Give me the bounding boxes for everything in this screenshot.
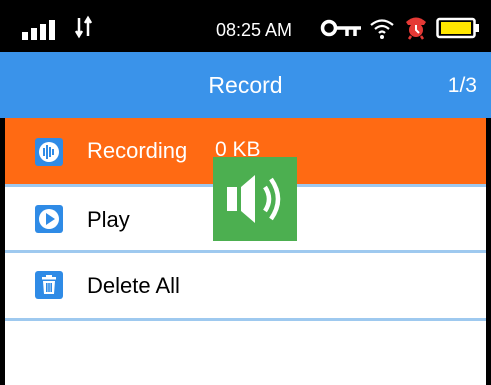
page-indicator: 1/3 (447, 74, 477, 97)
title-bar: Record 1/3 (0, 52, 491, 118)
speaker-icon (227, 175, 281, 223)
page-title: Record (208, 72, 283, 98)
battery-icon (436, 17, 479, 39)
menu-item-label: Play (87, 207, 130, 232)
trash-icon (35, 271, 63, 299)
audio-wave-icon (35, 138, 63, 166)
signal-icon (22, 20, 66, 40)
menu-item-delete-all[interactable]: Delete All (5, 253, 486, 318)
data-arrows-icon (74, 15, 93, 39)
wifi-icon (370, 19, 394, 39)
alarm-icon (406, 17, 426, 40)
menu-item-label: Delete All (87, 273, 180, 298)
divider (5, 318, 486, 321)
status-bar: 08:25 AM (0, 0, 491, 52)
play-icon (35, 205, 63, 233)
menu-item-label: Recording (87, 138, 188, 163)
speaker-overlay (213, 157, 297, 241)
status-time: 08:25 AM (216, 20, 293, 40)
key-icon (320, 19, 361, 37)
